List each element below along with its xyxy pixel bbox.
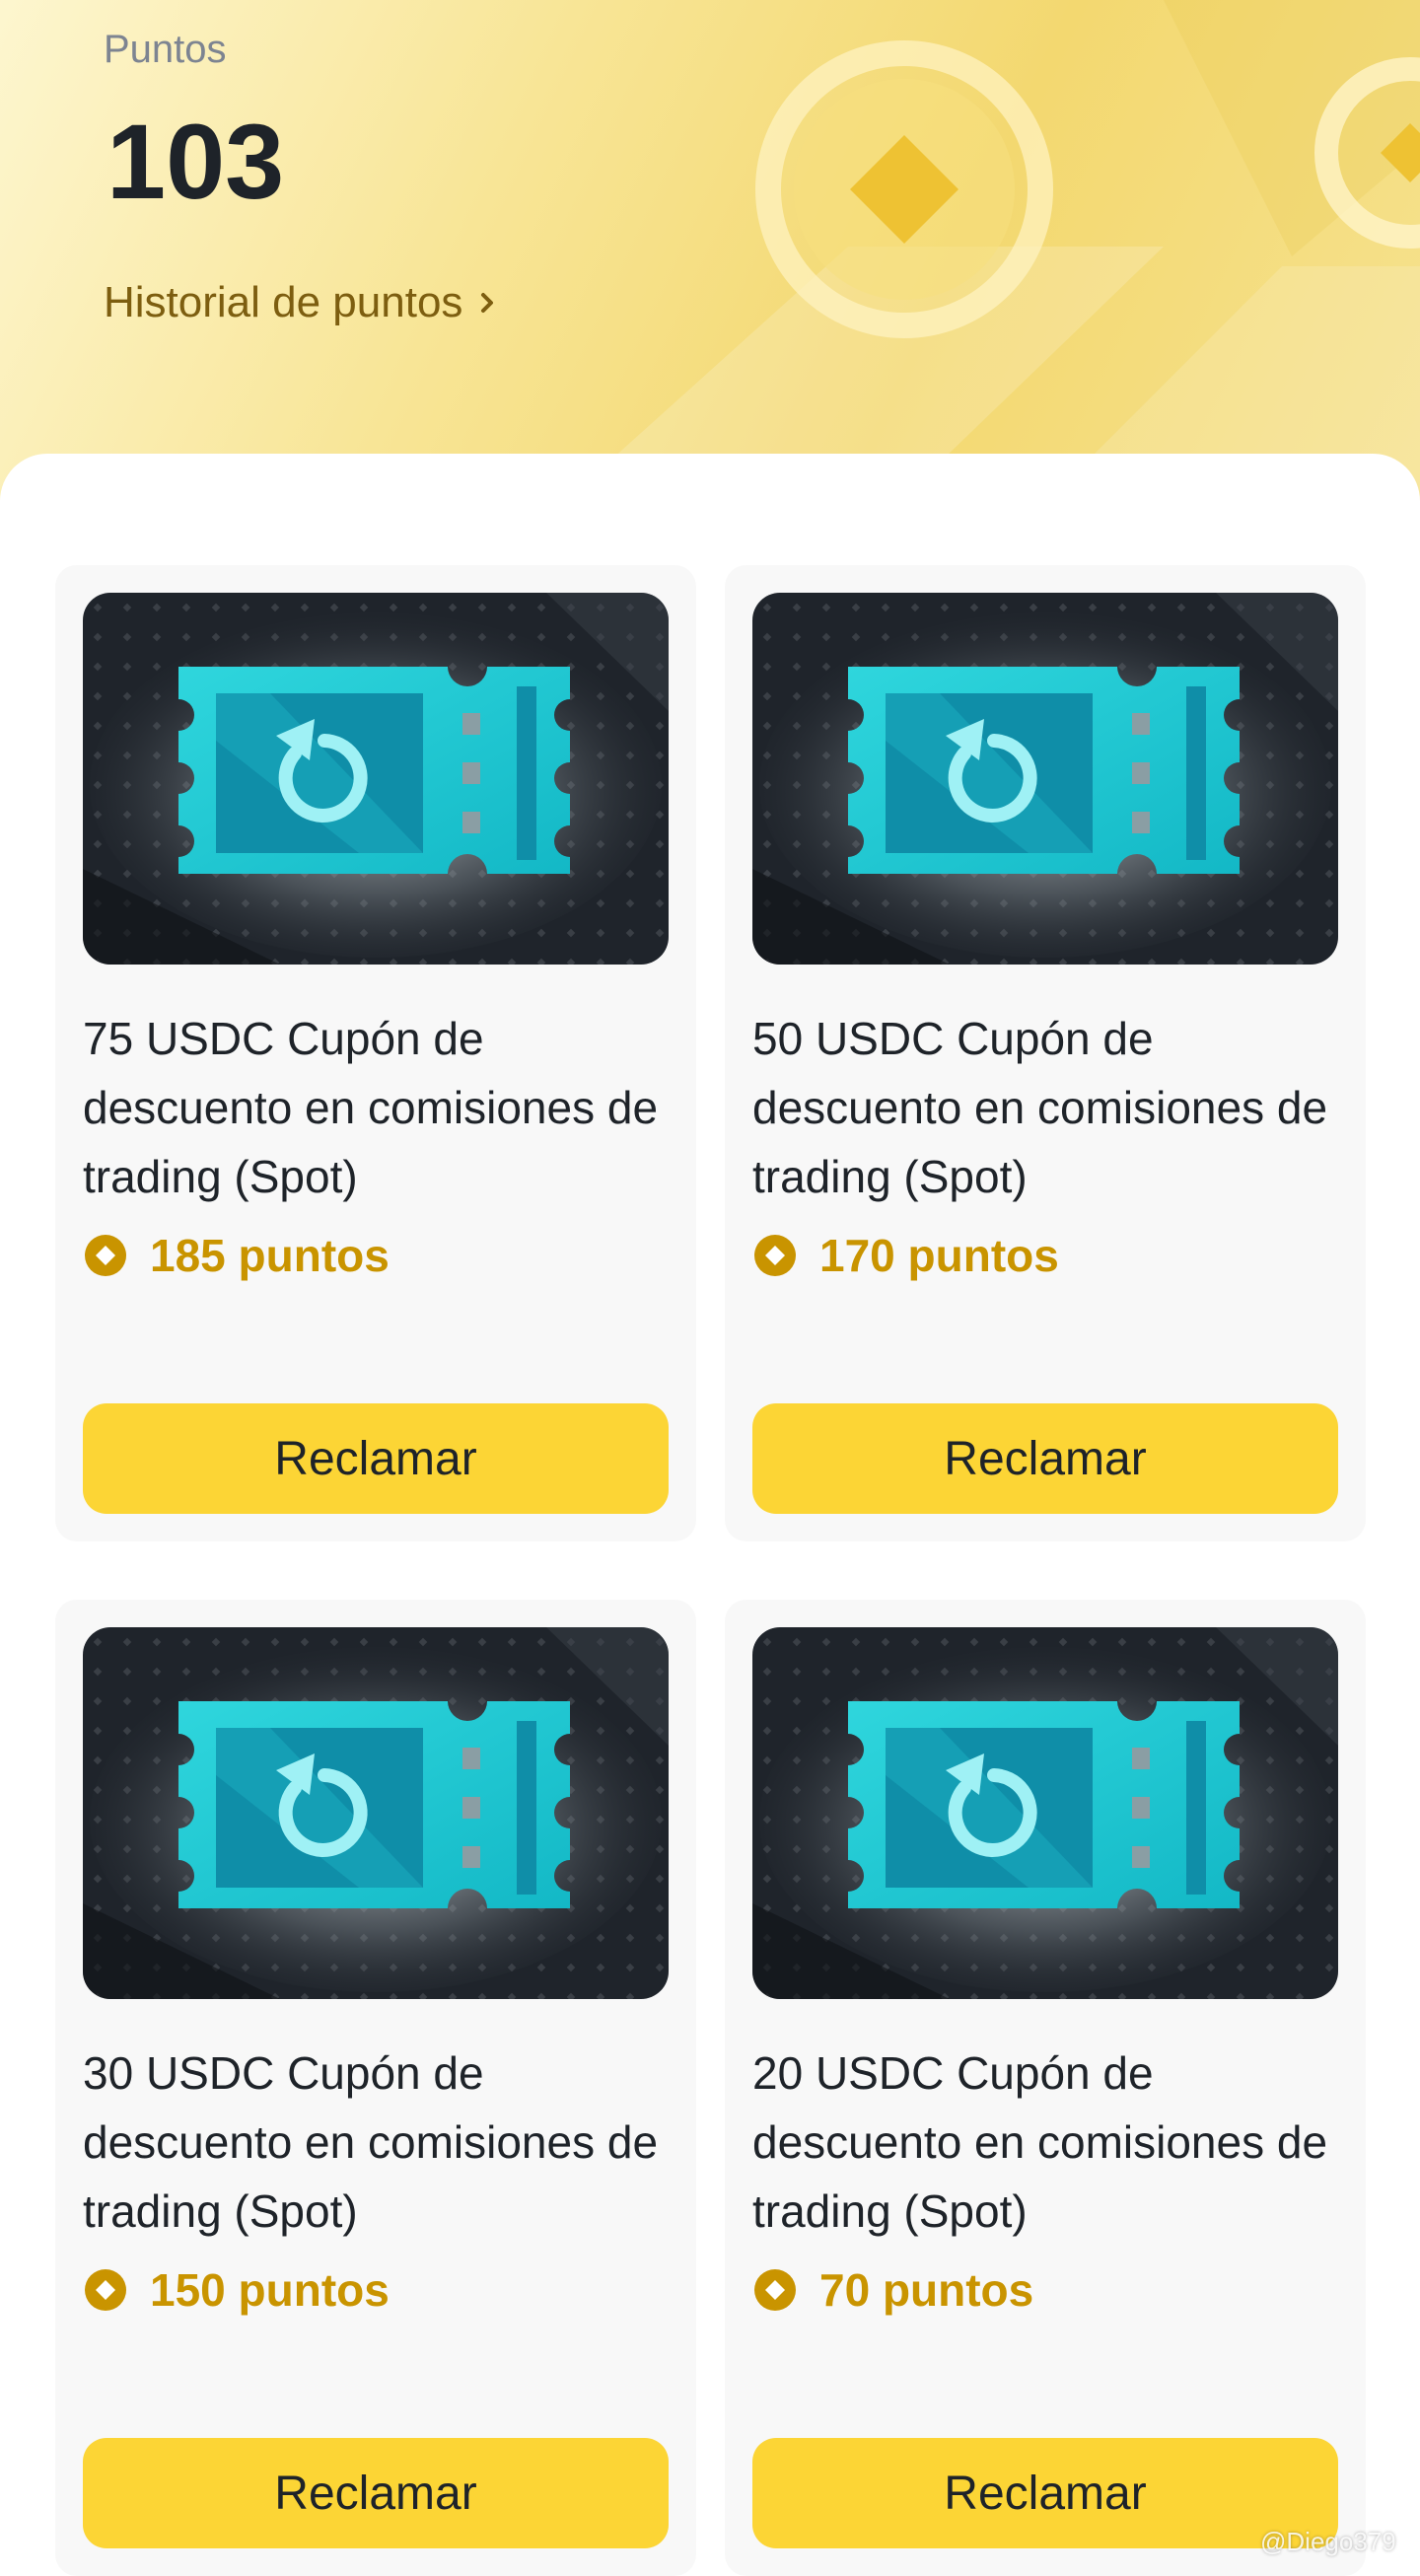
reward-card-3: 30 USDC Cupón de descuento en comisiones…	[55, 1600, 696, 2576]
coupon-ticket-icon	[752, 593, 1338, 965]
reward-price: 150 puntos	[83, 2260, 390, 2320]
coin-icon	[85, 1235, 126, 1276]
reward-title: 30 USDC Cupón de descuento en comisiones…	[83, 2047, 659, 2237]
coupon-image	[752, 593, 1338, 965]
points-history-label: Historial de puntos	[104, 278, 463, 326]
points-balance: 103	[106, 102, 285, 221]
coin-icon	[754, 1235, 796, 1276]
points-history-link[interactable]: Historial de puntos	[104, 278, 498, 327]
reward-card-4: 20 USDC Cupón de descuento en comisiones…	[725, 1600, 1366, 2576]
reward-title: 50 USDC Cupón de descuento en comisiones…	[752, 1013, 1328, 1202]
reward-price: 70 puntos	[752, 2260, 1033, 2320]
reward-card-1: 75 USDC Cupón de descuento en comisiones…	[55, 565, 696, 1541]
coin-icon	[85, 2269, 126, 2311]
reward-title: 20 USDC Cupón de descuento en comisiones…	[752, 2047, 1328, 2237]
reward-title: 75 USDC Cupón de descuento en comisiones…	[83, 1013, 659, 1202]
points-label: Puntos	[104, 28, 227, 71]
reward-price-label: 70 puntos	[819, 2264, 1034, 2316]
reward-price: 170 puntos	[752, 1226, 1059, 1285]
reward-price-label: 170 puntos	[819, 1230, 1059, 1281]
claim-button[interactable]: Reclamar	[752, 2438, 1338, 2548]
points-header: Puntos 103 Historial de puntos	[0, 0, 1420, 513]
coupon-image	[83, 593, 669, 965]
chevron-right-icon	[481, 293, 494, 313]
coupon-ticket-icon	[83, 1627, 669, 1999]
reward-price: 185 puntos	[83, 1226, 390, 1285]
reward-price-label: 185 puntos	[150, 1230, 390, 1281]
hero-background-decoration	[552, 0, 1420, 513]
reward-price-label: 150 puntos	[150, 2264, 390, 2316]
reward-card-2: 50 USDC Cupón de descuento en comisiones…	[725, 565, 1366, 1541]
coin-icon	[754, 2269, 796, 2311]
claim-button[interactable]: Reclamar	[752, 1403, 1338, 1514]
coupon-image	[83, 1627, 669, 1999]
claim-button[interactable]: Reclamar	[83, 2438, 669, 2548]
claim-button[interactable]: Reclamar	[83, 1403, 669, 1514]
coupon-ticket-icon	[83, 593, 669, 965]
watermark: @Diego379	[1260, 2527, 1396, 2556]
coupon-ticket-icon	[752, 1627, 1338, 1999]
coupon-image	[752, 1627, 1338, 1999]
